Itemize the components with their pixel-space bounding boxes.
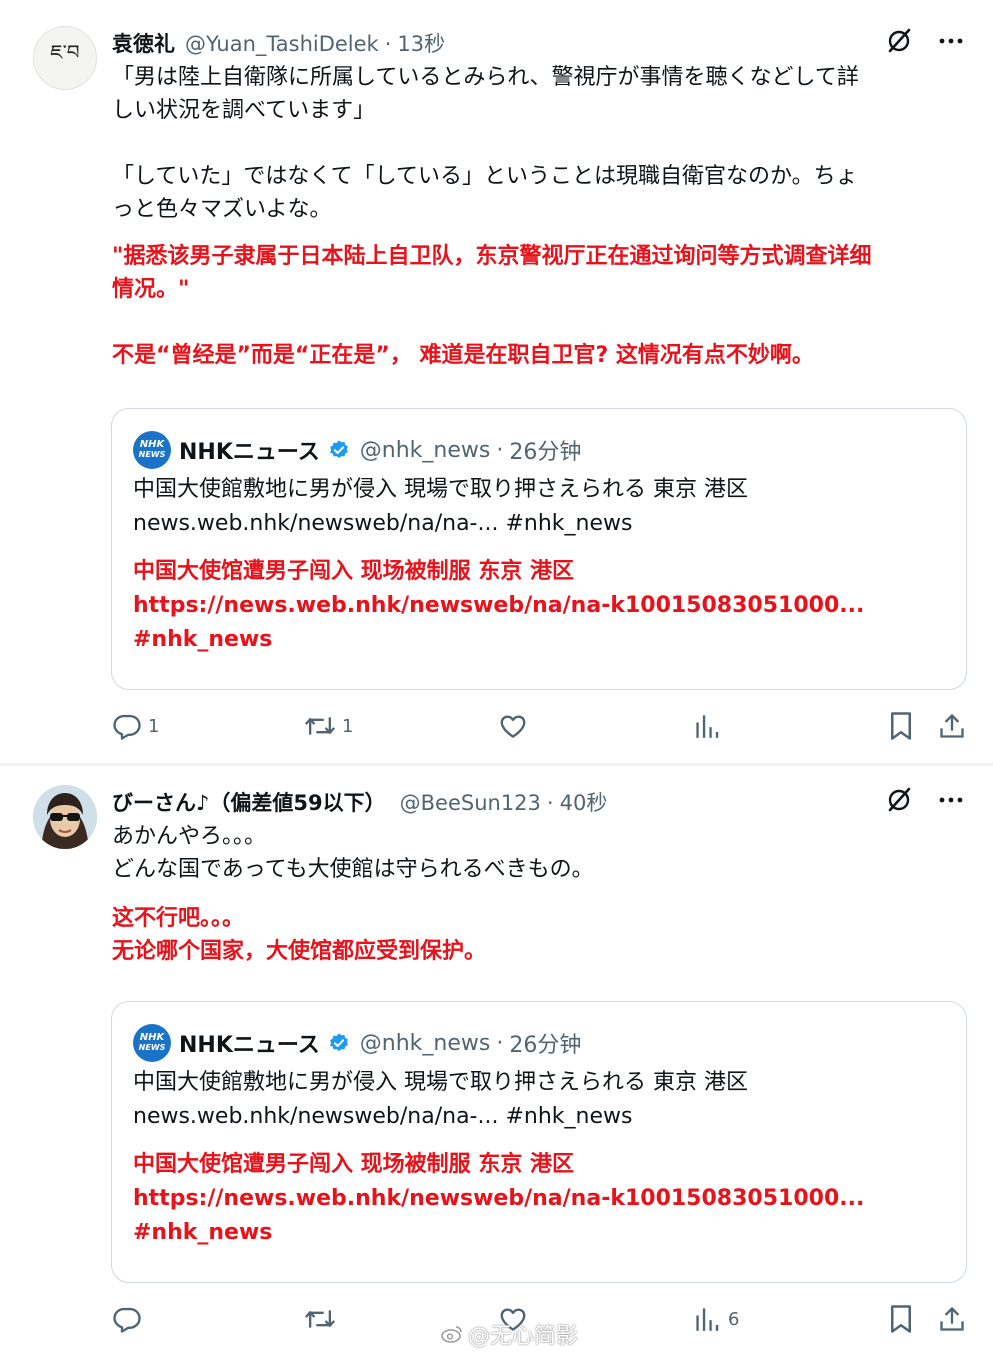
more-icon[interactable] [935,25,967,57]
tweet-text: 「男は陸上自衛隊に所属しているとみられ、警視庁が事情を聴くなどして詳 しい状況を… [112,65,859,222]
tweet[interactable]: ཇ་བ 袁徳礼 @Yuan_TashiDelek · 13秒 「男は陸上自衛隊に… [0,0,993,764]
tweet-actions: 1 1 [112,708,972,744]
repost-button[interactable]: 1 [304,708,353,744]
reply-icon [113,714,141,740]
separator-dot: · [546,791,554,815]
logo-top: NHK [139,1032,165,1043]
verified-badge-icon [329,1033,348,1051]
repost-button[interactable] [304,1301,342,1337]
like-button[interactable] [498,1301,528,1337]
verified-badge-icon [329,440,348,458]
views-button[interactable] [694,708,720,744]
quote-timestamp[interactable]: 26分钟 [509,434,581,466]
repost-icon [304,717,336,735]
share-icon [940,714,964,738]
separator-dot: · [496,437,504,463]
quoted-tweet[interactable]: NHK NEWS NHKニュース @nhk_news · 26分钟 中国大使館敷… [111,1001,967,1283]
view-count: 6 [728,1308,740,1330]
tweet-top-actions [883,25,967,57]
avatar[interactable]: ཇ་བ [33,26,97,90]
views-button[interactable]: 6 [694,1301,739,1337]
display-name[interactable]: 袁徳礼 [112,28,175,58]
grok-icon[interactable] [883,784,915,816]
reply-count: 1 [148,715,160,737]
quote-header: NHK NEWS NHKニュース @nhk_news · 26分钟 [133,1024,581,1062]
tweet-header: びーさん♪（偏差値59以下） @BeeSun123 · 40秒 [112,787,607,817]
quote-translation: 中国大使馆遭男子闯入 现场被制服 东京 港区 https://news.web.… [133,559,865,652]
avatar[interactable] [33,785,97,849]
quote-handle[interactable]: @nhk_news [360,438,491,463]
share-icon [940,1307,964,1331]
tweet[interactable]: びーさん♪（偏差値59以下） @BeeSun123 · 40秒 あかんやろ。。。… [0,766,993,1359]
quote-timestamp[interactable]: 26分钟 [509,1027,581,1059]
share-button[interactable] [938,1301,966,1337]
handle[interactable]: @Yuan_TashiDelek [185,32,379,56]
reply-button[interactable]: 1 [112,708,159,744]
logo-top: NHK [139,439,165,450]
nhk-logo[interactable]: NHK NEWS [133,1024,171,1062]
quote-text: 中国大使館敷地に男が侵入 現場で取り押さえられる 東京 港区 news.web.… [133,1070,748,1129]
tweet-header: 袁徳礼 @Yuan_TashiDelek · 13秒 [112,28,445,58]
separator-dot: · [496,1030,504,1056]
reply-button[interactable] [112,1301,148,1337]
tweet-text: あかんやろ。。。 どんな国であっても大使館は守られるべきもの。 [112,824,594,882]
quote-text: 中国大使館敷地に男が侵入 現場で取り押さえられる 東京 港区 news.web.… [133,477,748,536]
bookmark-icon [891,712,911,740]
bookmark-button[interactable] [888,708,914,744]
quoted-tweet[interactable]: NHK NEWS NHKニュース @nhk_news · 26分钟 中国大使館敷… [111,408,967,690]
tweet-translation: "据悉该男子隶属于日本陆上自卫队，东京警视厅正在通过询问等方式调查详细 情况。"… [112,244,872,368]
grok-icon[interactable] [883,25,915,57]
avatar-photo [33,785,97,849]
views-icon [696,1308,719,1331]
bookmark-button[interactable] [888,1301,914,1337]
nhk-logo[interactable]: NHK NEWS [133,431,171,469]
repost-icon [304,1310,336,1328]
logo-bottom: NEWS [138,450,166,459]
quote-display-name[interactable]: NHKニュース [179,434,320,466]
like-button[interactable] [498,708,528,744]
tweet-actions: 6 [112,1301,972,1337]
tweet-translation: 这不行吧。。。 无论哪个国家，大使馆都应受到保护。 [112,906,487,964]
tweet-top-actions [883,784,967,816]
share-button[interactable] [938,708,966,744]
quote-display-name[interactable]: NHKニュース [179,1027,320,1059]
reply-icon [113,1307,141,1333]
repost-count: 1 [342,715,354,737]
like-icon [500,1308,526,1331]
more-icon[interactable] [935,784,967,816]
display-name[interactable]: びーさん♪（偏差値59以下） [112,787,386,817]
views-icon [696,715,719,738]
timestamp[interactable]: 40秒 [560,787,608,817]
logo-bottom: NEWS [138,1043,166,1052]
bookmark-icon [891,1305,911,1333]
like-icon [500,715,526,738]
avatar-calligraphy: ཇ་བ [50,40,80,64]
quote-handle[interactable]: @nhk_news [360,1031,491,1056]
quote-header: NHK NEWS NHKニュース @nhk_news · 26分钟 [133,431,581,469]
quote-translation: 中国大使馆遭男子闯入 现场被制服 东京 港区 https://news.web.… [133,1152,865,1245]
timestamp[interactable]: 13秒 [397,28,445,58]
separator-dot: · [384,32,392,56]
handle[interactable]: @BeeSun123 [400,791,541,815]
